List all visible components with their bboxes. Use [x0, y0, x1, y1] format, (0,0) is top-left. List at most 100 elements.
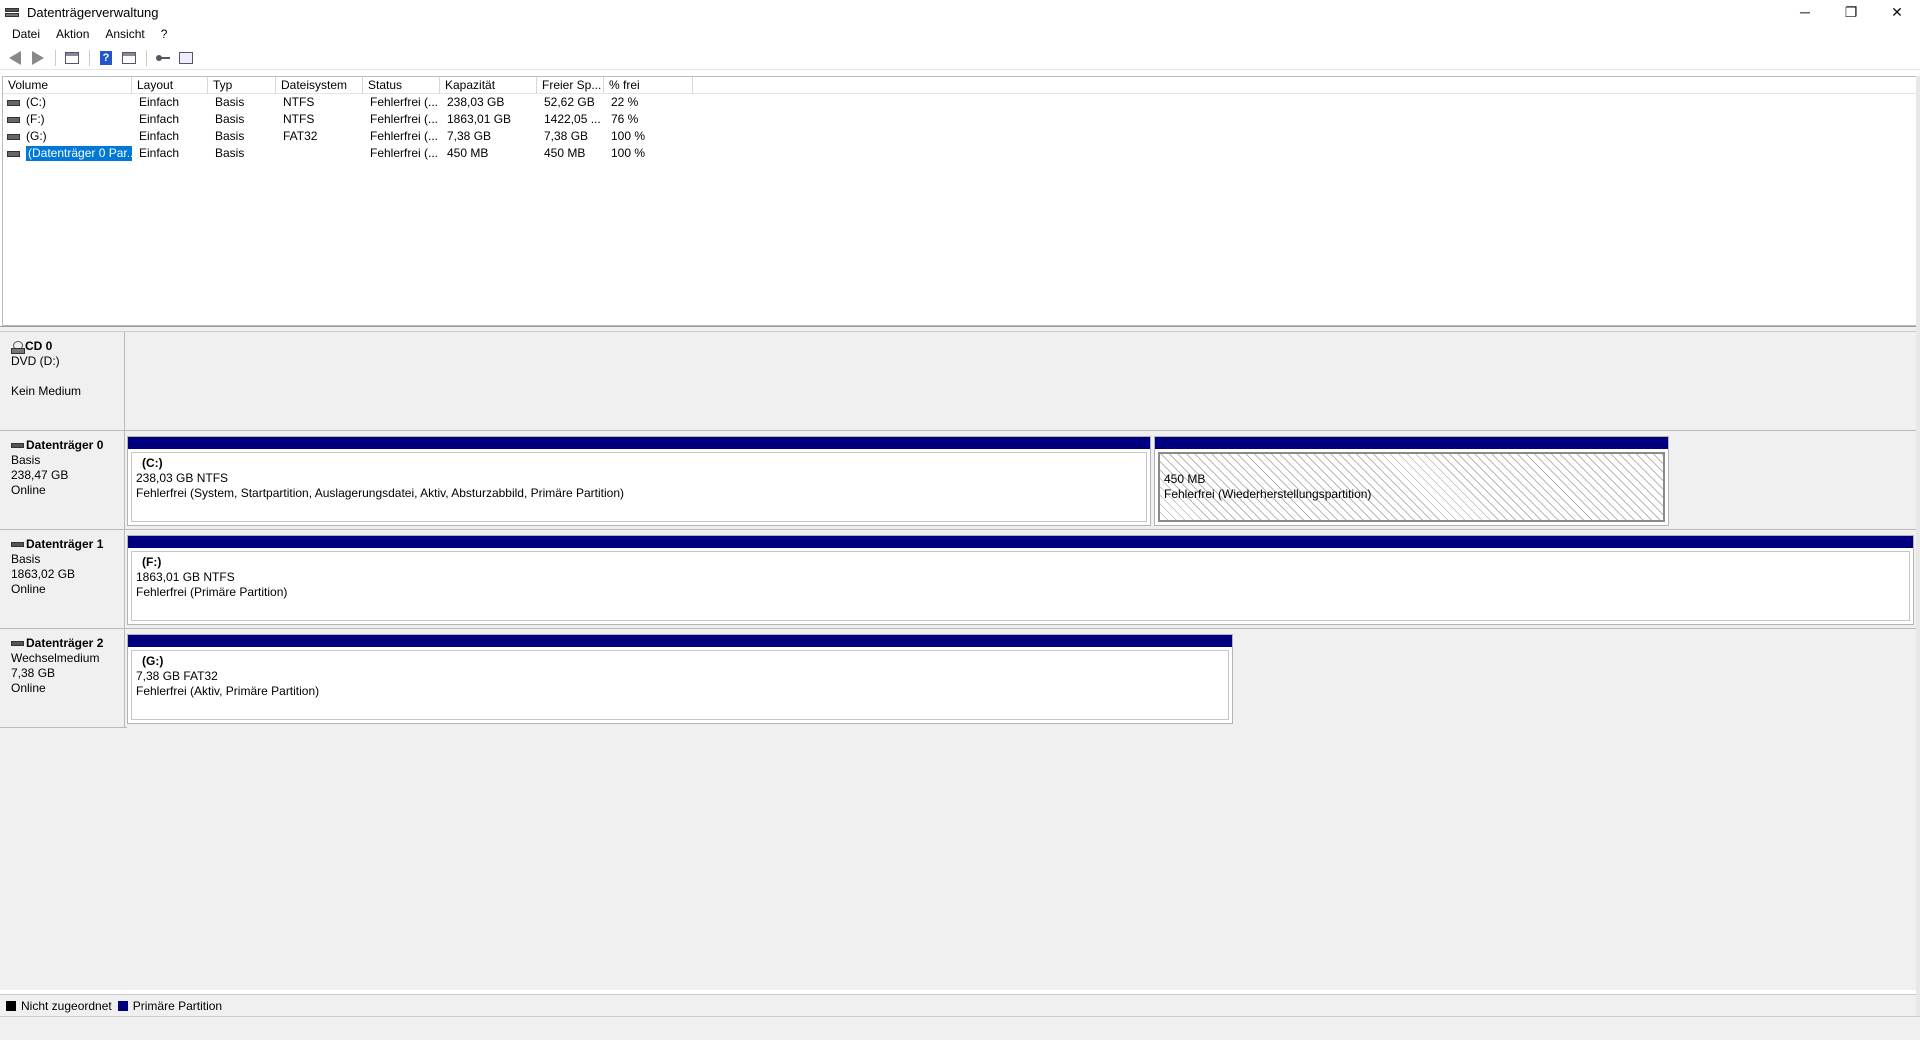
disk-size: 7,38 GB	[11, 666, 56, 680]
disk-label-disk1[interactable]: Datenträger 1 Basis 1863,02 GB Online	[2, 530, 125, 628]
cell-volume: (Datenträger 0 Par...	[26, 146, 132, 161]
partition-recovery[interactable]: 450 MB Fehlerfrei (Wiederherstellungspar…	[1154, 436, 1669, 526]
cell-dateisystem: NTFS	[283, 95, 315, 109]
selected-partition-area: 450 MB Fehlerfrei (Wiederherstellungspar…	[1158, 452, 1665, 522]
cd-drive-icon	[11, 340, 25, 354]
cell-kapazitaet: 450 MB	[447, 146, 489, 160]
column-dateisystem[interactable]: Dateisystem	[276, 77, 363, 94]
cell-status: Fehlerfrei (...	[370, 146, 439, 160]
list-button[interactable]	[175, 48, 197, 68]
menu-datei[interactable]: Datei	[4, 27, 48, 41]
toolbar-separator	[89, 49, 90, 66]
hard-disk-icon	[11, 542, 24, 547]
cell-typ: Basis	[215, 129, 245, 143]
cell-typ: Basis	[215, 146, 245, 160]
restore-button[interactable]: ❐	[1828, 0, 1874, 24]
column-prozent-frei[interactable]: % frei	[604, 77, 693, 94]
column-status[interactable]: Status	[363, 77, 440, 94]
back-icon	[9, 50, 21, 65]
column-layout[interactable]: Layout	[132, 77, 208, 94]
column-kapazitaet[interactable]: Kapazität	[440, 77, 537, 94]
cell-freier-speicher: 52,62 GB	[544, 95, 595, 109]
disk-row-disk2: Datenträger 2 Wechselmedium 7,38 GB Onli…	[0, 629, 1920, 727]
partition-name: (F:)	[142, 555, 162, 569]
close-button[interactable]: ✕	[1874, 0, 1920, 24]
volume-list-header: Volume Layout Typ Dateisystem Status Kap…	[3, 77, 1916, 94]
legend-swatch-unallocated	[6, 1000, 16, 1011]
legend-swatch-primary	[117, 1000, 128, 1011]
cell-layout: Einfach	[139, 112, 180, 126]
disk-management-icon	[5, 6, 19, 18]
cell-typ: Basis	[215, 95, 245, 109]
column-volume[interactable]: Volume	[3, 77, 132, 94]
partition-size: 7,38 GB FAT32	[136, 669, 218, 683]
toolbar-separator	[55, 49, 56, 66]
table-row[interactable]: (G:) Einfach Basis FAT32 Fehlerfrei (...…	[3, 128, 1916, 145]
disk-state: Online	[11, 483, 46, 497]
help-button[interactable]: ?	[95, 48, 117, 68]
cell-kapazitaet: 238,03 GB	[447, 95, 505, 109]
disk-label-disk2[interactable]: Datenträger 2 Wechselmedium 7,38 GB Onli…	[2, 629, 125, 727]
back-button[interactable]	[4, 48, 26, 68]
disk-size: 238,47 GB	[11, 468, 69, 482]
column-typ[interactable]: Typ	[208, 77, 276, 94]
cell-freier-speicher: 7,38 GB	[544, 129, 589, 143]
column-freier-speicher[interactable]: Freier Sp...	[537, 77, 604, 94]
menu-ansicht[interactable]: Ansicht	[97, 27, 152, 41]
help-icon: ?	[100, 50, 112, 65]
disk-label-disk0[interactable]: Datenträger 0 Basis 238,47 GB Online	[2, 431, 125, 529]
hard-disk-icon	[11, 443, 24, 448]
forward-icon	[32, 50, 44, 65]
properties-button[interactable]	[118, 48, 140, 68]
primary-partition-bar	[128, 536, 1913, 548]
partition-status: Fehlerfrei (Wiederherstellungspartition)	[1164, 487, 1372, 501]
partition-f[interactable]: (F:) 1863,01 GB NTFS Fehlerfrei (Primäre…	[127, 535, 1914, 625]
cell-dateisystem: FAT32	[283, 129, 318, 143]
legend-label: Primäre Partition	[132, 998, 223, 1013]
window-controls: ─ ❐ ✕	[1782, 0, 1920, 24]
cell-layout: Einfach	[139, 95, 180, 109]
window-edge	[1916, 76, 1920, 1016]
partition-g[interactable]: (G:) 7,38 GB FAT32 Fehlerfrei (Aktiv, Pr…	[127, 634, 1233, 724]
removable-disk-icon	[11, 641, 24, 646]
partition-size: 238,03 GB NTFS	[136, 471, 229, 485]
partition-name: (G:)	[142, 654, 164, 668]
console-tree-button[interactable]	[61, 48, 83, 68]
status-bar	[0, 1016, 1920, 1040]
cell-freier-speicher: 1422,05 ...	[544, 112, 601, 126]
partition-status: Fehlerfrei (System, Startpartition, Ausl…	[136, 486, 624, 500]
cell-prozent-frei: 22 %	[611, 95, 639, 109]
cell-status: Fehlerfrei (...	[370, 129, 439, 143]
disk-row-disk1: Datenträger 1 Basis 1863,02 GB Online (F…	[0, 530, 1920, 628]
cell-status: Fehlerfrei (...	[370, 95, 439, 109]
list-icon	[179, 51, 193, 64]
primary-partition-bar	[128, 437, 1150, 449]
table-row[interactable]: (C:) Einfach Basis NTFS Fehlerfrei (... …	[3, 94, 1916, 111]
menu-help[interactable]: ?	[153, 27, 176, 41]
volume-icon	[7, 150, 20, 157]
partition-status: Fehlerfrei (Primäre Partition)	[136, 585, 288, 599]
disk-drive-letter: DVD (D:)	[11, 354, 60, 368]
key-button[interactable]	[152, 48, 174, 68]
window-title: Datenträgerverwaltung	[27, 4, 159, 20]
cell-volume: (G:)	[26, 129, 47, 143]
disk-size: 1863,02 GB	[11, 567, 76, 581]
menu-aktion[interactable]: Aktion	[48, 27, 97, 41]
disk-name: Datenträger 0	[26, 438, 104, 452]
disk-label-cd0[interactable]: CD 0 DVD (D:) Kein Medium	[2, 332, 125, 430]
row-separator	[0, 727, 127, 728]
table-row[interactable]: (F:) Einfach Basis NTFS Fehlerfrei (... …	[3, 111, 1916, 128]
cell-layout: Einfach	[139, 129, 180, 143]
toolbar-separator	[146, 49, 147, 66]
disk-name: Datenträger 1	[26, 537, 104, 551]
cell-prozent-frei: 100 %	[611, 146, 646, 160]
table-row-selected[interactable]: (Datenträger 0 Par... Einfach Basis Fehl…	[3, 145, 1916, 162]
volume-icon	[7, 133, 20, 140]
volume-list[interactable]: Volume Layout Typ Dateisystem Status Kap…	[2, 76, 1916, 326]
legend-unallocated: Nicht zugeordnet	[6, 999, 112, 1013]
disk-type: Basis	[11, 552, 41, 566]
partition-c[interactable]: (C:) 238,03 GB NTFS Fehlerfrei (System, …	[127, 436, 1151, 526]
minimize-button[interactable]: ─	[1782, 0, 1828, 24]
menu-bar: Datei Aktion Ansicht ?	[0, 24, 1920, 44]
forward-button[interactable]	[27, 48, 49, 68]
